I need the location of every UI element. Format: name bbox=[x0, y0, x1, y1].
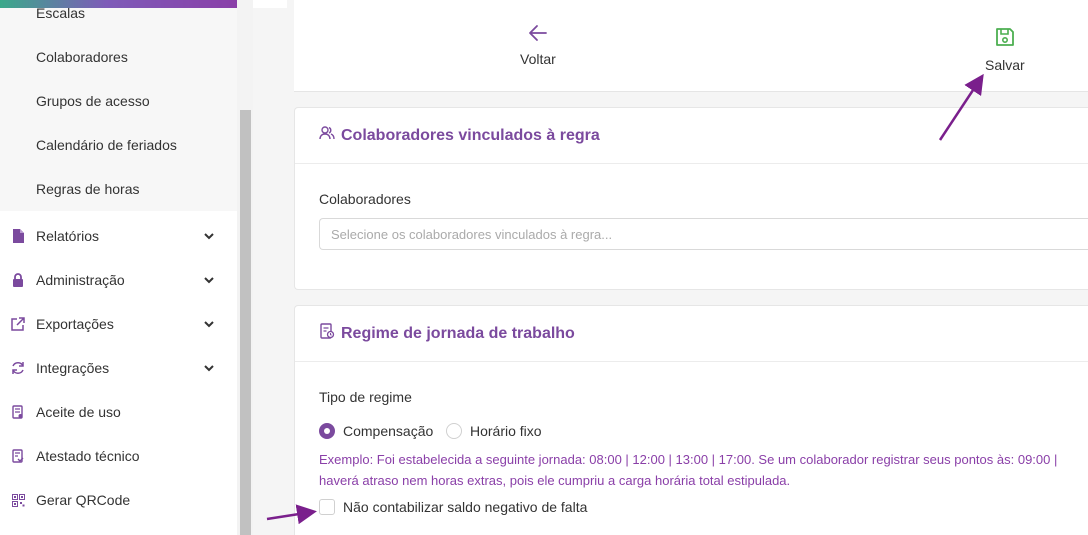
regime-type-label: Tipo de regime bbox=[319, 389, 412, 405]
radio-unselected-indicator[interactable] bbox=[446, 423, 462, 439]
export-icon bbox=[11, 317, 25, 331]
back-button-label: Voltar bbox=[520, 51, 556, 67]
chevron-down-icon[interactable] bbox=[202, 229, 216, 243]
radio-horario-fixo-label: Horário fixo bbox=[470, 423, 542, 439]
sidebar-item-gerar-qrcode[interactable]: Gerar QRCode bbox=[0, 478, 237, 522]
submenu-item-colaboradores[interactable]: Colaboradores bbox=[36, 49, 128, 65]
submenu-item-calendario-de-feriados[interactable]: Calendário de feriados bbox=[36, 137, 177, 153]
save-button[interactable]: Salvar bbox=[985, 27, 1025, 73]
work-regime-card: Regime de jornada de trabalho Tipo de re… bbox=[294, 305, 1088, 535]
chevron-down-icon[interactable] bbox=[202, 361, 216, 375]
sidebar-item-label: Relatórios bbox=[36, 228, 100, 244]
negative-balance-checkbox-row[interactable]: Não contabilizar saldo negativo de falta bbox=[319, 499, 587, 515]
regime-example-line-1: Exemplo: Foi estabelecida a seguinte jor… bbox=[319, 452, 1058, 467]
work-regime-card-title: Regime de jornada de trabalho bbox=[341, 324, 575, 342]
radio-selected-indicator[interactable] bbox=[319, 423, 335, 439]
back-button[interactable]: Voltar bbox=[520, 24, 556, 67]
sidebar-top-accent bbox=[0, 0, 237, 8]
sidebar-item-exportacoes[interactable]: Exportações bbox=[0, 302, 237, 346]
qrcode-icon bbox=[11, 493, 25, 507]
document-icon bbox=[11, 229, 25, 243]
users-icon bbox=[319, 125, 335, 146]
submenu-regras: Escalas Colaboradores Grupos de acesso C… bbox=[0, 0, 237, 211]
collaborators-card: Colaboradores vinculados à regra Colabor… bbox=[294, 107, 1088, 290]
sidebar-item-label: Administração bbox=[36, 272, 125, 288]
header-tab-stub bbox=[253, 0, 287, 8]
sidebar-item-integracoes[interactable]: Integrações bbox=[0, 346, 237, 390]
sync-icon bbox=[11, 361, 25, 375]
certificate-icon bbox=[11, 449, 25, 463]
submenu-item-regras-de-horas[interactable]: Regras de horas bbox=[36, 181, 140, 197]
sidebar-item-administracao[interactable]: Administração bbox=[0, 258, 237, 302]
submenu-item-grupos-de-acesso[interactable]: Grupos de acesso bbox=[36, 93, 150, 109]
sidebar-item-label: Aceite de uso bbox=[36, 404, 121, 420]
radio-compensacao-label: Compensação bbox=[343, 423, 434, 439]
save-button-label: Salvar bbox=[985, 57, 1025, 73]
sidebar-item-label: Gerar QRCode bbox=[36, 492, 131, 508]
collaborators-card-header: Colaboradores vinculados à regra bbox=[295, 108, 1088, 164]
collaborators-field-label: Colaboradores bbox=[319, 191, 411, 207]
radio-horario-fixo[interactable]: Horário fixo bbox=[446, 423, 542, 439]
sidebar-scrollbar-thumb[interactable] bbox=[240, 110, 251, 535]
negative-balance-checkbox[interactable] bbox=[319, 499, 335, 515]
sidebar-item-relatorios[interactable]: Relatórios bbox=[0, 214, 237, 258]
sidebar-item-label: Exportações bbox=[36, 316, 114, 332]
sidebar-item-label: Integrações bbox=[36, 360, 110, 376]
sidebar: Escalas Colaboradores Grupos de acesso C… bbox=[0, 0, 237, 535]
sidebar-item-label: Atestado técnico bbox=[36, 448, 140, 464]
work-regime-card-header: Regime de jornada de trabalho bbox=[295, 306, 1088, 362]
radio-compensacao[interactable]: Compensação bbox=[319, 423, 433, 439]
floppy-disk-icon bbox=[995, 27, 1015, 50]
collaborators-select[interactable]: Selecione os colaboradores vinculados à … bbox=[319, 218, 1088, 250]
negative-balance-checkbox-label: Não contabilizar saldo negativo de falta bbox=[343, 499, 588, 515]
regime-example-text: Exemplo: Foi estabelecida a seguinte jor… bbox=[319, 449, 1088, 491]
regime-example-line-2: haverá atraso nem horas extras, pois ele… bbox=[319, 473, 791, 488]
collaborators-card-title: Colaboradores vinculados à regra bbox=[341, 126, 600, 144]
chevron-down-icon[interactable] bbox=[202, 273, 216, 287]
chevron-down-icon[interactable] bbox=[202, 317, 216, 331]
sidebar-item-aceite-de-uso[interactable]: Aceite de uso bbox=[0, 390, 237, 434]
arrow-left-icon bbox=[528, 24, 548, 45]
sidebar-item-atestado-tecnico[interactable]: Atestado técnico bbox=[0, 434, 237, 478]
collaborators-select-placeholder: Selecione os colaboradores vinculados à … bbox=[331, 226, 613, 242]
clipboard-clock-icon bbox=[319, 323, 335, 344]
contract-icon bbox=[11, 405, 25, 419]
action-bar bbox=[294, 0, 1088, 92]
lock-icon bbox=[11, 273, 25, 287]
